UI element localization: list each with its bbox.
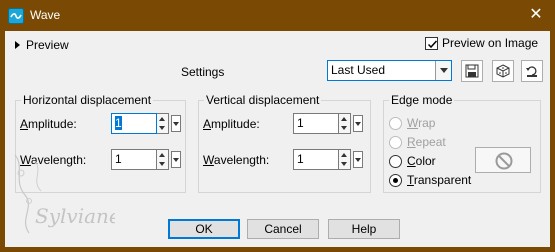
settings-selected-value: Last Used [331, 63, 386, 77]
save-preset-button[interactable] [461, 60, 483, 82]
preview-toggle[interactable]: Preview [15, 38, 69, 52]
v-wavelength-label: Wavelength: [203, 153, 270, 167]
repeat-label: Repeat [407, 135, 446, 149]
settings-dropdown[interactable]: Last Used [327, 60, 452, 81]
h-amplitude-spinner[interactable]: 1 [111, 113, 181, 134]
reset-icon [526, 66, 537, 77]
reset-button[interactable] [521, 60, 543, 82]
wrap-label: Wrap [407, 116, 436, 130]
preview-on-image-checkbox[interactable] [425, 36, 438, 50]
chevron-down-icon[interactable] [435, 61, 451, 80]
v-amplitude-spinner[interactable]: 1 [293, 113, 363, 134]
h-wavelength-input[interactable]: 1 [111, 149, 157, 170]
cancel-button[interactable]: Cancel [247, 219, 319, 239]
v-amplitude-input[interactable]: 1 [293, 113, 339, 134]
preview-label: Preview [26, 38, 69, 52]
dialog-client-area: Preview Preview on Image Settings Last U… [5, 31, 550, 247]
save-preset-icon [465, 64, 479, 78]
h-amplitude-input[interactable]: 1 [111, 113, 157, 134]
h-amplitude-dropdown-icon[interactable] [171, 115, 181, 132]
ok-button[interactable]: OK [168, 219, 240, 239]
h-wavelength-dropdown-icon[interactable] [171, 151, 181, 168]
h-amplitude-up-down[interactable] [157, 113, 169, 134]
title-bar[interactable]: Wave ✕ [0, 0, 555, 31]
help-button[interactable]: Help [328, 219, 400, 239]
v-amplitude-up-down[interactable] [339, 113, 351, 134]
h-wavelength-spinner[interactable]: 1 [111, 149, 181, 170]
vertical-displacement-group: Vertical displacement Amplitude: 1 Wavel… [198, 93, 371, 193]
randomize-button[interactable] [492, 60, 514, 82]
edge-color-swatch[interactable] [475, 147, 531, 173]
edge-mode-transparent-option[interactable]: Transparent [389, 173, 471, 187]
settings-label: Settings [181, 65, 225, 79]
transparent-radio[interactable] [389, 173, 402, 187]
wave-app-icon [8, 8, 24, 24]
v-wavelength-input[interactable]: 1 [293, 149, 339, 170]
checkmark-icon [427, 39, 438, 48]
v-amplitude-label: Amplitude: [203, 117, 260, 131]
no-color-icon [495, 152, 513, 170]
edge-mode-color-option[interactable]: Color [389, 154, 436, 168]
wrap-radio[interactable] [389, 116, 402, 130]
vertical-displacement-title: Vertical displacement [204, 93, 322, 107]
horizontal-displacement-title: Horizontal displacement [21, 93, 154, 107]
v-wavelength-dropdown-icon[interactable] [353, 151, 363, 168]
h-amplitude-label: Amplitude: [20, 117, 77, 131]
repeat-radio[interactable] [389, 135, 402, 149]
color-label: Color [407, 154, 436, 168]
transparent-label: Transparent [407, 173, 472, 187]
edge-mode-title: Edge mode [389, 93, 455, 107]
v-amplitude-dropdown-icon[interactable] [353, 115, 363, 132]
close-button[interactable]: ✕ [523, 4, 549, 26]
wave-dialog-window: Wave ✕ Preview Preview on Image Settings… [0, 0, 555, 252]
color-radio[interactable] [389, 154, 402, 168]
h-wavelength-up-down[interactable] [157, 149, 169, 170]
expand-triangle-icon [15, 41, 20, 49]
window-title: Wave [30, 8, 61, 22]
edge-mode-wrap-option[interactable]: Wrap [389, 116, 435, 130]
watermark-logo: Sylviane [14, 154, 115, 234]
edge-mode-repeat-option[interactable]: Repeat [389, 135, 446, 149]
randomize-icon [496, 64, 510, 78]
v-wavelength-up-down[interactable] [339, 149, 351, 170]
preview-on-image-label: Preview on Image [442, 36, 539, 50]
preview-on-image-option[interactable]: Preview on Image [425, 36, 538, 50]
svg-text:Sylviane: Sylviane [35, 204, 115, 228]
v-wavelength-spinner[interactable]: 1 [293, 149, 363, 170]
